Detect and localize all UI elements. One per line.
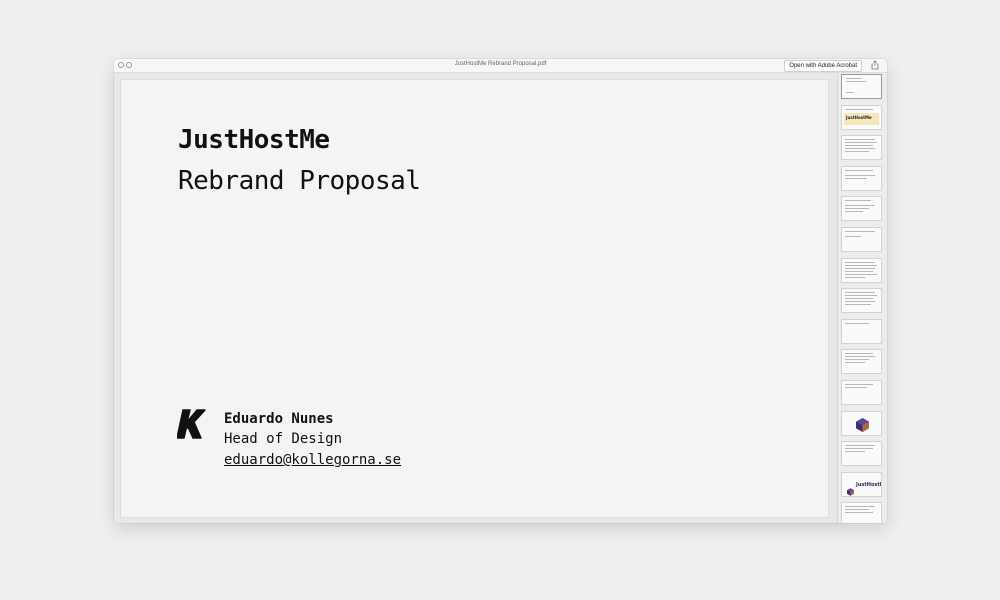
thumbnail-text-line <box>845 231 875 232</box>
thumbnail-text-line <box>845 506 875 508</box>
thumbnail-text-line <box>845 270 873 272</box>
thumbnail-text-line <box>845 445 875 447</box>
document-viewer[interactable]: JustHostMe Rebrand Proposal Eduardo Nune… <box>114 73 837 523</box>
share-icon[interactable] <box>870 60 880 70</box>
page-thumbnail[interactable] <box>841 196 882 222</box>
thumbnail-text-line <box>846 81 866 82</box>
page-thumbnail[interactable] <box>841 165 882 191</box>
thumbnail-text-line <box>845 108 873 110</box>
thumbnail-text-line <box>845 359 869 361</box>
page-thumbnail[interactable]: JustHostMe <box>841 104 882 130</box>
kollegorna-logo <box>177 409 206 439</box>
thumbnail-text-line <box>845 200 871 202</box>
thumbnail-brand-word: JustHostMe <box>846 114 872 120</box>
thumbnail-text-line <box>845 512 873 514</box>
thumbnail-text-line <box>845 142 877 144</box>
thumbnail-text-line <box>845 448 873 450</box>
thumbnail-text-line <box>845 174 875 176</box>
page-title: JustHostMe <box>178 125 330 155</box>
thumbnail-text-line <box>845 387 867 388</box>
thumbnail-text-line <box>845 292 875 294</box>
page-thumbnail[interactable] <box>841 349 882 375</box>
page-subtitle: Rebrand Proposal <box>178 166 421 196</box>
thumbnail-text-line <box>845 261 875 263</box>
thumbnail-text-line <box>845 276 865 278</box>
thumbnail-text-line <box>845 356 875 358</box>
author-name: Eduardo Nunes <box>224 411 334 427</box>
thumbnail-text-line <box>845 264 877 266</box>
author-role: Head of Design <box>224 431 343 447</box>
page-thumbnail[interactable] <box>841 257 882 283</box>
thumbnail-brand-lockup: JustHostMe <box>847 482 881 496</box>
thumbnail-text-line <box>845 509 869 511</box>
thumbnail-text-line <box>846 92 854 93</box>
thumbnail-text-line <box>845 208 869 210</box>
thumbnail-text-line <box>845 205 875 207</box>
page-thumbnail[interactable] <box>841 380 882 405</box>
page-thumbnail[interactable] <box>841 227 882 252</box>
thumbnail-text-line <box>845 151 869 153</box>
cube-logo-icon <box>847 488 854 496</box>
cube-logo-icon <box>856 417 869 432</box>
thumbnail-text-line <box>845 139 875 141</box>
window-title: JustHostMe Rebrand Proposal.pdf <box>454 61 547 67</box>
thumbnail-text-line <box>845 267 875 269</box>
page-thumbnail[interactable] <box>841 441 882 467</box>
thumbnail-text-line <box>845 451 865 453</box>
thumbnail-text-line <box>845 295 877 297</box>
page-thumbnail[interactable] <box>841 288 882 314</box>
open-with-acrobat-button[interactable]: Open with Adobe Acrobat <box>784 60 862 72</box>
thumbnail-sidebar[interactable]: JustHostMe JustHostMe <box>837 73 887 523</box>
thumbnail-text-line <box>845 148 875 150</box>
thumbnail-text-line <box>846 78 862 79</box>
page-thumbnail[interactable] <box>841 318 882 344</box>
page-thumbnail[interactable] <box>841 135 882 161</box>
thumbnail-text-line <box>845 273 877 275</box>
author-email-link[interactable]: eduardo@kollegorna.se <box>224 452 401 468</box>
thumbnail-text-line <box>845 145 873 147</box>
thumbnail-text-line <box>845 353 873 355</box>
page-thumbnail[interactable] <box>841 410 882 436</box>
thumbnail-text-line <box>845 236 861 237</box>
thumbnail-text-line <box>845 322 869 324</box>
thumbnail-text-line <box>845 362 865 364</box>
thumbnail-brand-word: JustHostMe <box>856 481 881 488</box>
page-thumbnail[interactable] <box>841 502 882 523</box>
thumbnail-text-line <box>845 169 873 171</box>
preview-window: JustHostMe Rebrand Proposal.pdf Open wit… <box>114 59 887 523</box>
title-bar: JustHostMe Rebrand Proposal.pdf Open wit… <box>114 59 887 73</box>
page-thumbnail[interactable] <box>841 74 882 99</box>
pdf-page: JustHostMe Rebrand Proposal Eduardo Nune… <box>121 80 828 517</box>
page-thumbnail[interactable]: JustHostMe <box>841 471 882 497</box>
thumbnail-text-line <box>845 298 873 300</box>
thumbnail-text-line <box>845 177 867 179</box>
thumbnail-text-line <box>845 304 871 306</box>
thumbnail-text-line <box>845 211 863 213</box>
thumbnail-text-line <box>845 301 875 303</box>
thumbnail-text-line <box>845 384 873 385</box>
